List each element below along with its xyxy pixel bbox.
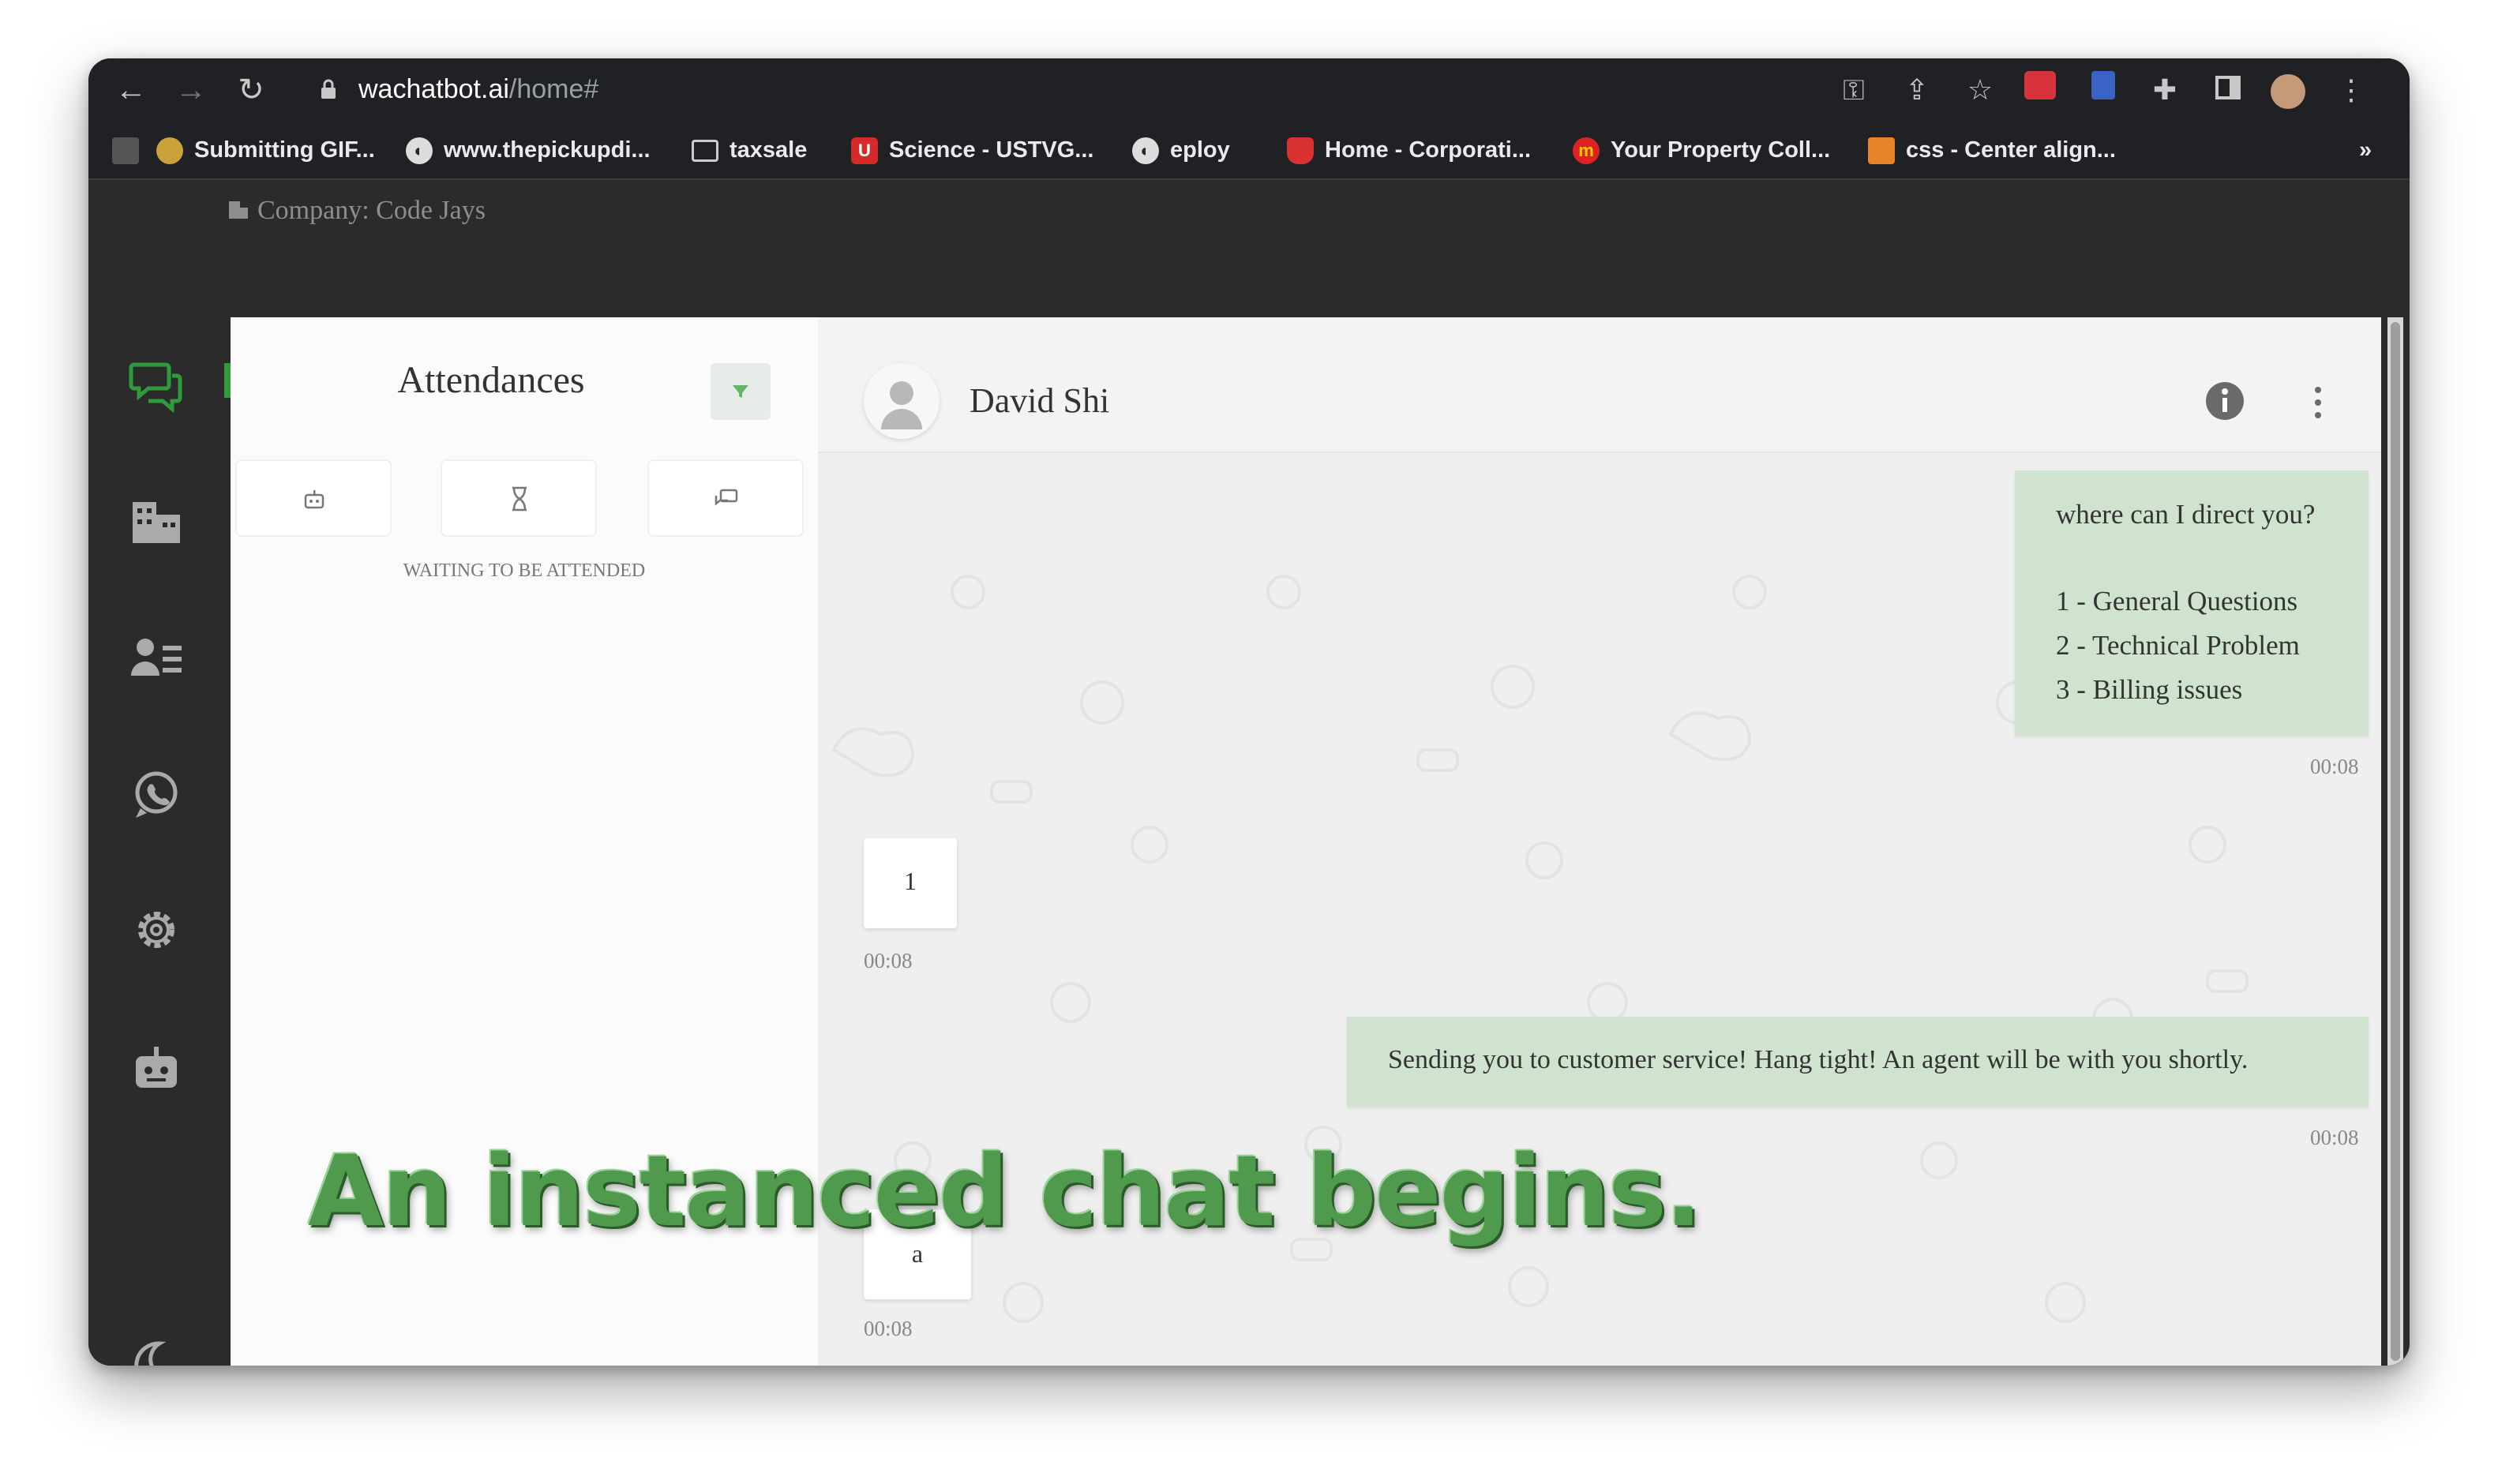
contacts-icon[interactable]	[128, 628, 185, 685]
bookmark-item[interactable]: css - Center align...	[1868, 134, 2116, 166]
star-icon[interactable]: ☆	[1960, 69, 2001, 111]
bookmark-item[interactable]: ◐ eploy	[1132, 134, 1230, 166]
address-bar[interactable]: wachatbot.ai/home#	[294, 65, 2102, 115]
sidepanel-icon[interactable]	[2207, 69, 2249, 111]
url-path: /home#	[508, 74, 599, 104]
tab-chats[interactable]	[647, 459, 804, 537]
waiting-label: WAITING TO BE ATTENDED	[403, 560, 646, 581]
extension-red-icon[interactable]	[2020, 69, 2061, 111]
bookmark-bird-icon[interactable]	[112, 134, 150, 166]
bookmarks-overflow-button[interactable]: »	[2359, 134, 2372, 166]
bookmark-flag-icon	[156, 137, 183, 165]
info-icon[interactable]	[2204, 380, 2245, 422]
message-bubble-outgoing: Sending you to customer service! Hang ti…	[1347, 1017, 2369, 1107]
building-small-icon	[229, 201, 248, 219]
tab-waiting[interactable]	[441, 459, 597, 537]
chat-scrollbar-thumb[interactable]	[2391, 322, 2400, 1361]
filter-button[interactable]	[711, 363, 771, 420]
maple-leaf-icon	[1287, 137, 1314, 165]
more-options-icon[interactable]	[2309, 384, 2327, 422]
chat-icon[interactable]	[128, 357, 185, 414]
back-icon[interactable]: ←	[111, 69, 152, 111]
kebab-menu-icon[interactable]: ⋮	[2331, 69, 2372, 111]
robot-icon	[304, 490, 324, 509]
building-icon[interactable]	[128, 493, 185, 549]
bookmarks-bar: Submitting GIF... ◐ www.thepickupdi... ta…	[88, 122, 2410, 180]
lock-icon	[321, 79, 336, 99]
chat-header: David Shi	[818, 317, 2381, 453]
message-bubble-outgoing: where can I direct you? 1 - General Ques…	[2015, 470, 2369, 736]
stackoverflow-icon	[1868, 137, 1895, 165]
folder-icon	[692, 140, 718, 163]
url-text: wachatbot.ai/home#	[358, 74, 598, 105]
user-icon	[881, 381, 922, 429]
hourglass-icon	[512, 486, 527, 512]
active-indicator	[224, 363, 231, 398]
globe-icon: ◐	[406, 137, 433, 165]
message-time: 00:08	[2310, 1126, 2359, 1149]
chat-bubble-icon	[715, 489, 738, 506]
panel-title: Attendances	[397, 359, 585, 401]
company-label: Company: Code Jays	[227, 196, 486, 226]
key-icon[interactable]: ⚿	[1833, 69, 1874, 111]
profile-avatar-icon[interactable]	[2267, 69, 2309, 111]
settings-icon[interactable]	[128, 901, 185, 958]
message-bubble-incoming: 1	[864, 838, 957, 928]
bookmark-item[interactable]: Home - Corporati...	[1287, 134, 1531, 166]
contact-name: David Shi	[970, 381, 1110, 420]
bookmark-item[interactable]: ◐ www.thepickupdi...	[406, 134, 651, 166]
video-caption: An instanced chat begins.	[308, 1135, 1702, 1249]
globe-icon: ◐	[1132, 137, 1159, 165]
bot-icon[interactable]	[128, 1039, 185, 1096]
contact-avatar[interactable]	[864, 363, 940, 439]
forward-icon[interactable]: →	[171, 69, 212, 111]
bookmark-item[interactable]: U Science - USTVG...	[851, 134, 1093, 166]
message-time: 00:08	[2310, 755, 2359, 778]
reload-icon[interactable]: ↻	[231, 69, 272, 111]
puzzle-icon[interactable]: ✚	[2144, 69, 2185, 111]
browser-toolbar: ← → ↻ wachatbot.ai/home# ⚿ ⇪ ☆ ✚ ⋮	[88, 58, 2410, 122]
share-icon[interactable]: ⇪	[1896, 69, 1937, 111]
whatsapp-icon[interactable]	[128, 766, 185, 823]
extension-blue-icon[interactable]	[2083, 69, 2124, 111]
shield-u-icon: U	[851, 137, 878, 165]
bookmark-item[interactable]: m Your Property Coll...	[1573, 134, 1830, 166]
message-time: 00:08	[864, 949, 913, 972]
url-host: wachatbot.ai	[358, 74, 509, 104]
bookmark-item[interactable]: taxsale	[692, 134, 807, 166]
tab-bot[interactable]	[235, 459, 392, 537]
filter-icon	[733, 385, 748, 398]
bookmark-item[interactable]: Submitting GIF...	[156, 134, 375, 166]
message-time: 00:08	[864, 1317, 913, 1340]
m-logo-icon: m	[1573, 137, 1600, 165]
moon-icon[interactable]	[128, 1337, 185, 1366]
